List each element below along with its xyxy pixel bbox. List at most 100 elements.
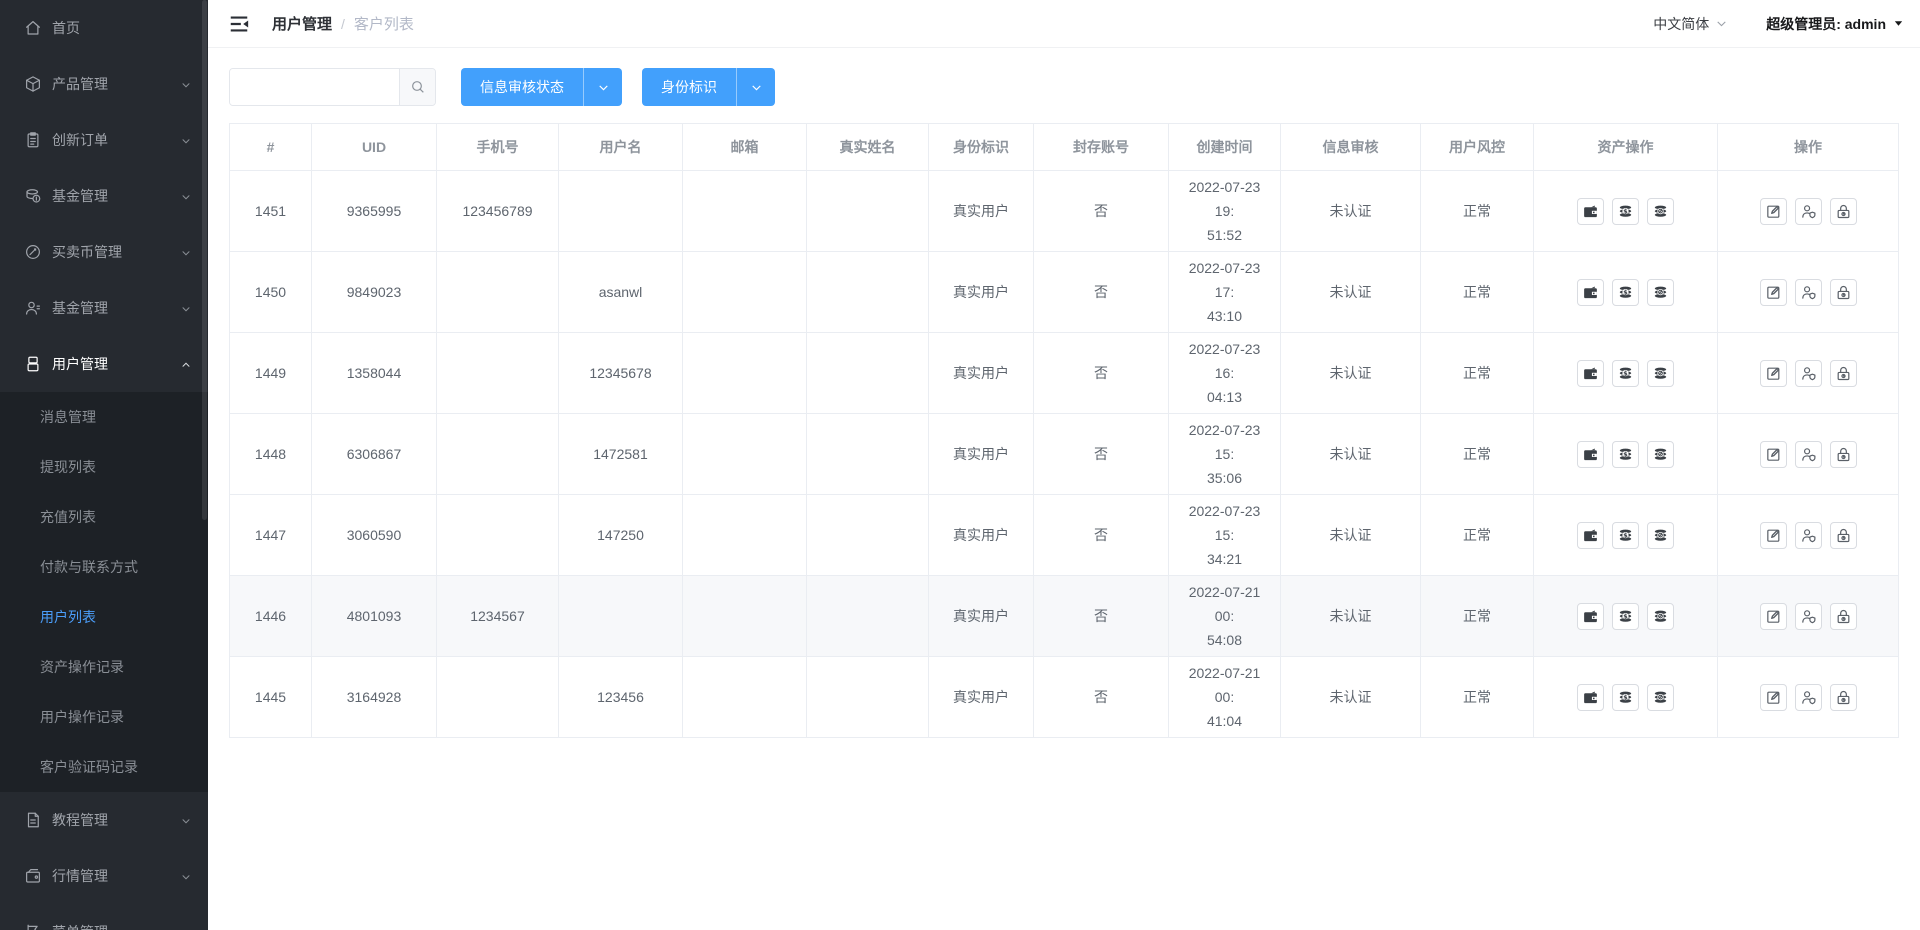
sidebar-item[interactable]: 教程管理 — [0, 792, 208, 848]
sidebar-item[interactable]: 用户管理 — [0, 336, 208, 392]
row-action-button-edit-icon[interactable] — [1760, 522, 1787, 549]
sidebar-item[interactable]: 产品管理 — [0, 56, 208, 112]
row-action-button-lock-icon[interactable] — [1830, 279, 1857, 306]
asset-action-button-coins-dollar-icon[interactable]: $ — [1612, 522, 1639, 549]
market-icon — [24, 867, 42, 885]
asset-action-button-coins-dollar-icon[interactable]: $ — [1612, 360, 1639, 387]
asset-action-button-wallet-icon[interactable] — [1577, 279, 1604, 306]
table-row: 14519365995123456789真实用户否2022-07-23 19:5… — [230, 171, 1899, 252]
row-action-button-lock-icon[interactable] — [1830, 603, 1857, 630]
sidebar-item[interactable]: 菜单管理 — [0, 904, 208, 930]
svg-text:$: $ — [1623, 531, 1627, 539]
cell-asset-actions: $ — [1534, 171, 1718, 252]
row-action-button-lock-icon[interactable] — [1830, 441, 1857, 468]
submenu-item[interactable]: 提现列表 — [0, 442, 208, 492]
row-action-button-user-shield-icon[interactable] — [1795, 441, 1822, 468]
sidebar-scrollbar[interactable] — [202, 0, 207, 520]
asset-action-button-wallet-icon[interactable] — [1577, 684, 1604, 711]
search-input[interactable] — [230, 69, 399, 105]
cell-created: 2022-07-23 15:35:06 — [1169, 414, 1281, 495]
row-action-button-user-shield-icon[interactable] — [1795, 360, 1822, 387]
column-header: 真实姓名 — [807, 124, 929, 171]
row-action-button-user-shield-icon[interactable] — [1795, 603, 1822, 630]
column-header: 操作 — [1718, 124, 1899, 171]
cell-phone — [437, 495, 559, 576]
asset-action-button-wallet-icon[interactable] — [1577, 198, 1604, 225]
cell-realname — [807, 495, 929, 576]
asset-action-button-coins-disable-icon[interactable] — [1647, 198, 1674, 225]
asset-action-button-coins-dollar-icon[interactable]: $ — [1612, 279, 1639, 306]
sidebar-item-label: 买卖币管理 — [52, 242, 122, 262]
cell-sealed: 否 — [1034, 495, 1169, 576]
submenu-item[interactable]: 客户验证码记录 — [0, 742, 208, 792]
row-action-button-edit-icon[interactable] — [1760, 603, 1787, 630]
cell-risk: 正常 — [1421, 252, 1534, 333]
svg-text:$: $ — [1623, 207, 1627, 215]
collapse-sidebar-icon[interactable] — [228, 13, 250, 35]
cell-identity: 真实用户 — [929, 333, 1034, 414]
submenu-item[interactable]: 消息管理 — [0, 392, 208, 442]
sidebar-item[interactable]: 创新订单 — [0, 112, 208, 168]
sidebar-item[interactable]: 行情管理 — [0, 848, 208, 904]
asset-action-button-coins-disable-icon[interactable] — [1647, 360, 1674, 387]
asset-action-button-coins-disable-icon[interactable] — [1647, 441, 1674, 468]
cell-actions — [1718, 576, 1899, 657]
row-action-button-lock-icon[interactable] — [1830, 198, 1857, 225]
asset-action-button-coins-disable-icon[interactable] — [1647, 279, 1674, 306]
admin-user-dropdown[interactable]: 超级管理员: admin — [1766, 14, 1904, 34]
asset-action-button-coins-dollar-icon[interactable]: $ — [1612, 198, 1639, 225]
asset-action-button-coins-disable-icon[interactable] — [1647, 684, 1674, 711]
submenu-item[interactable]: 用户操作记录 — [0, 692, 208, 742]
breadcrumb-page[interactable]: 客户列表 — [354, 13, 414, 34]
chevron-down-icon[interactable] — [584, 68, 622, 106]
submenu-item[interactable]: 付款与联系方式 — [0, 542, 208, 592]
tutorial-icon — [24, 811, 42, 829]
row-action-button-user-shield-icon[interactable] — [1795, 522, 1822, 549]
row-action-button-user-shield-icon[interactable] — [1795, 279, 1822, 306]
asset-action-button-coins-dollar-icon[interactable]: $ — [1612, 603, 1639, 630]
cell-uid: 9849023 — [312, 252, 437, 333]
asset-action-button-wallet-icon[interactable] — [1577, 522, 1604, 549]
table-row: 14453164928123456真实用户否2022-07-21 00:41:0… — [230, 657, 1899, 738]
cell-actions — [1718, 495, 1899, 576]
chevron-down-icon[interactable] — [737, 68, 775, 106]
row-action-button-user-shield-icon[interactable] — [1795, 198, 1822, 225]
column-header: 用户名 — [559, 124, 683, 171]
row-action-button-edit-icon[interactable] — [1760, 684, 1787, 711]
cell-review: 未认证 — [1281, 495, 1421, 576]
asset-action-button-wallet-icon[interactable] — [1577, 441, 1604, 468]
asset-action-button-coins-disable-icon[interactable] — [1647, 522, 1674, 549]
search-icon — [410, 79, 426, 95]
submenu-item[interactable]: 充值列表 — [0, 492, 208, 542]
row-action-button-edit-icon[interactable] — [1760, 441, 1787, 468]
asset-action-button-coins-dollar-icon[interactable]: $ — [1612, 684, 1639, 711]
submenu-item[interactable]: 用户列表 — [0, 592, 208, 642]
column-header: 身份标识 — [929, 124, 1034, 171]
asset-action-button-coins-disable-icon[interactable] — [1647, 603, 1674, 630]
sidebar-item[interactable]: 首页 — [0, 0, 208, 56]
asset-action-button-coins-dollar-icon[interactable]: $ — [1612, 441, 1639, 468]
row-action-button-lock-icon[interactable] — [1830, 522, 1857, 549]
asset-action-button-wallet-icon[interactable] — [1577, 603, 1604, 630]
chevron-down-icon — [1715, 17, 1728, 30]
submenu-item[interactable]: 资产操作记录 — [0, 642, 208, 692]
sidebar-item[interactable]: 基金管理 — [0, 168, 208, 224]
asset-action-button-wallet-icon[interactable] — [1577, 360, 1604, 387]
sidebar-item[interactable]: 买卖币管理 — [0, 224, 208, 280]
row-action-button-edit-icon[interactable] — [1760, 360, 1787, 387]
created-line-1: 2022-07-21 00: — [1179, 661, 1270, 709]
cell-created: 2022-07-23 17:43:10 — [1169, 252, 1281, 333]
search-button[interactable] — [399, 69, 435, 105]
row-action-button-user-shield-icon[interactable] — [1795, 684, 1822, 711]
row-action-button-edit-icon[interactable] — [1760, 198, 1787, 225]
cell-sealed: 否 — [1034, 657, 1169, 738]
review-status-filter-button[interactable]: 信息审核状态 — [461, 68, 622, 106]
sidebar-item[interactable]: 基金管理 — [0, 280, 208, 336]
row-action-button-lock-icon[interactable] — [1830, 360, 1857, 387]
table-row: 144863068671472581真实用户否2022-07-23 15:35:… — [230, 414, 1899, 495]
chevron-down-icon — [180, 190, 192, 202]
language-selector[interactable]: 中文简体 — [1653, 14, 1728, 34]
identity-filter-button[interactable]: 身份标识 — [642, 68, 775, 106]
row-action-button-lock-icon[interactable] — [1830, 684, 1857, 711]
row-action-button-edit-icon[interactable] — [1760, 279, 1787, 306]
